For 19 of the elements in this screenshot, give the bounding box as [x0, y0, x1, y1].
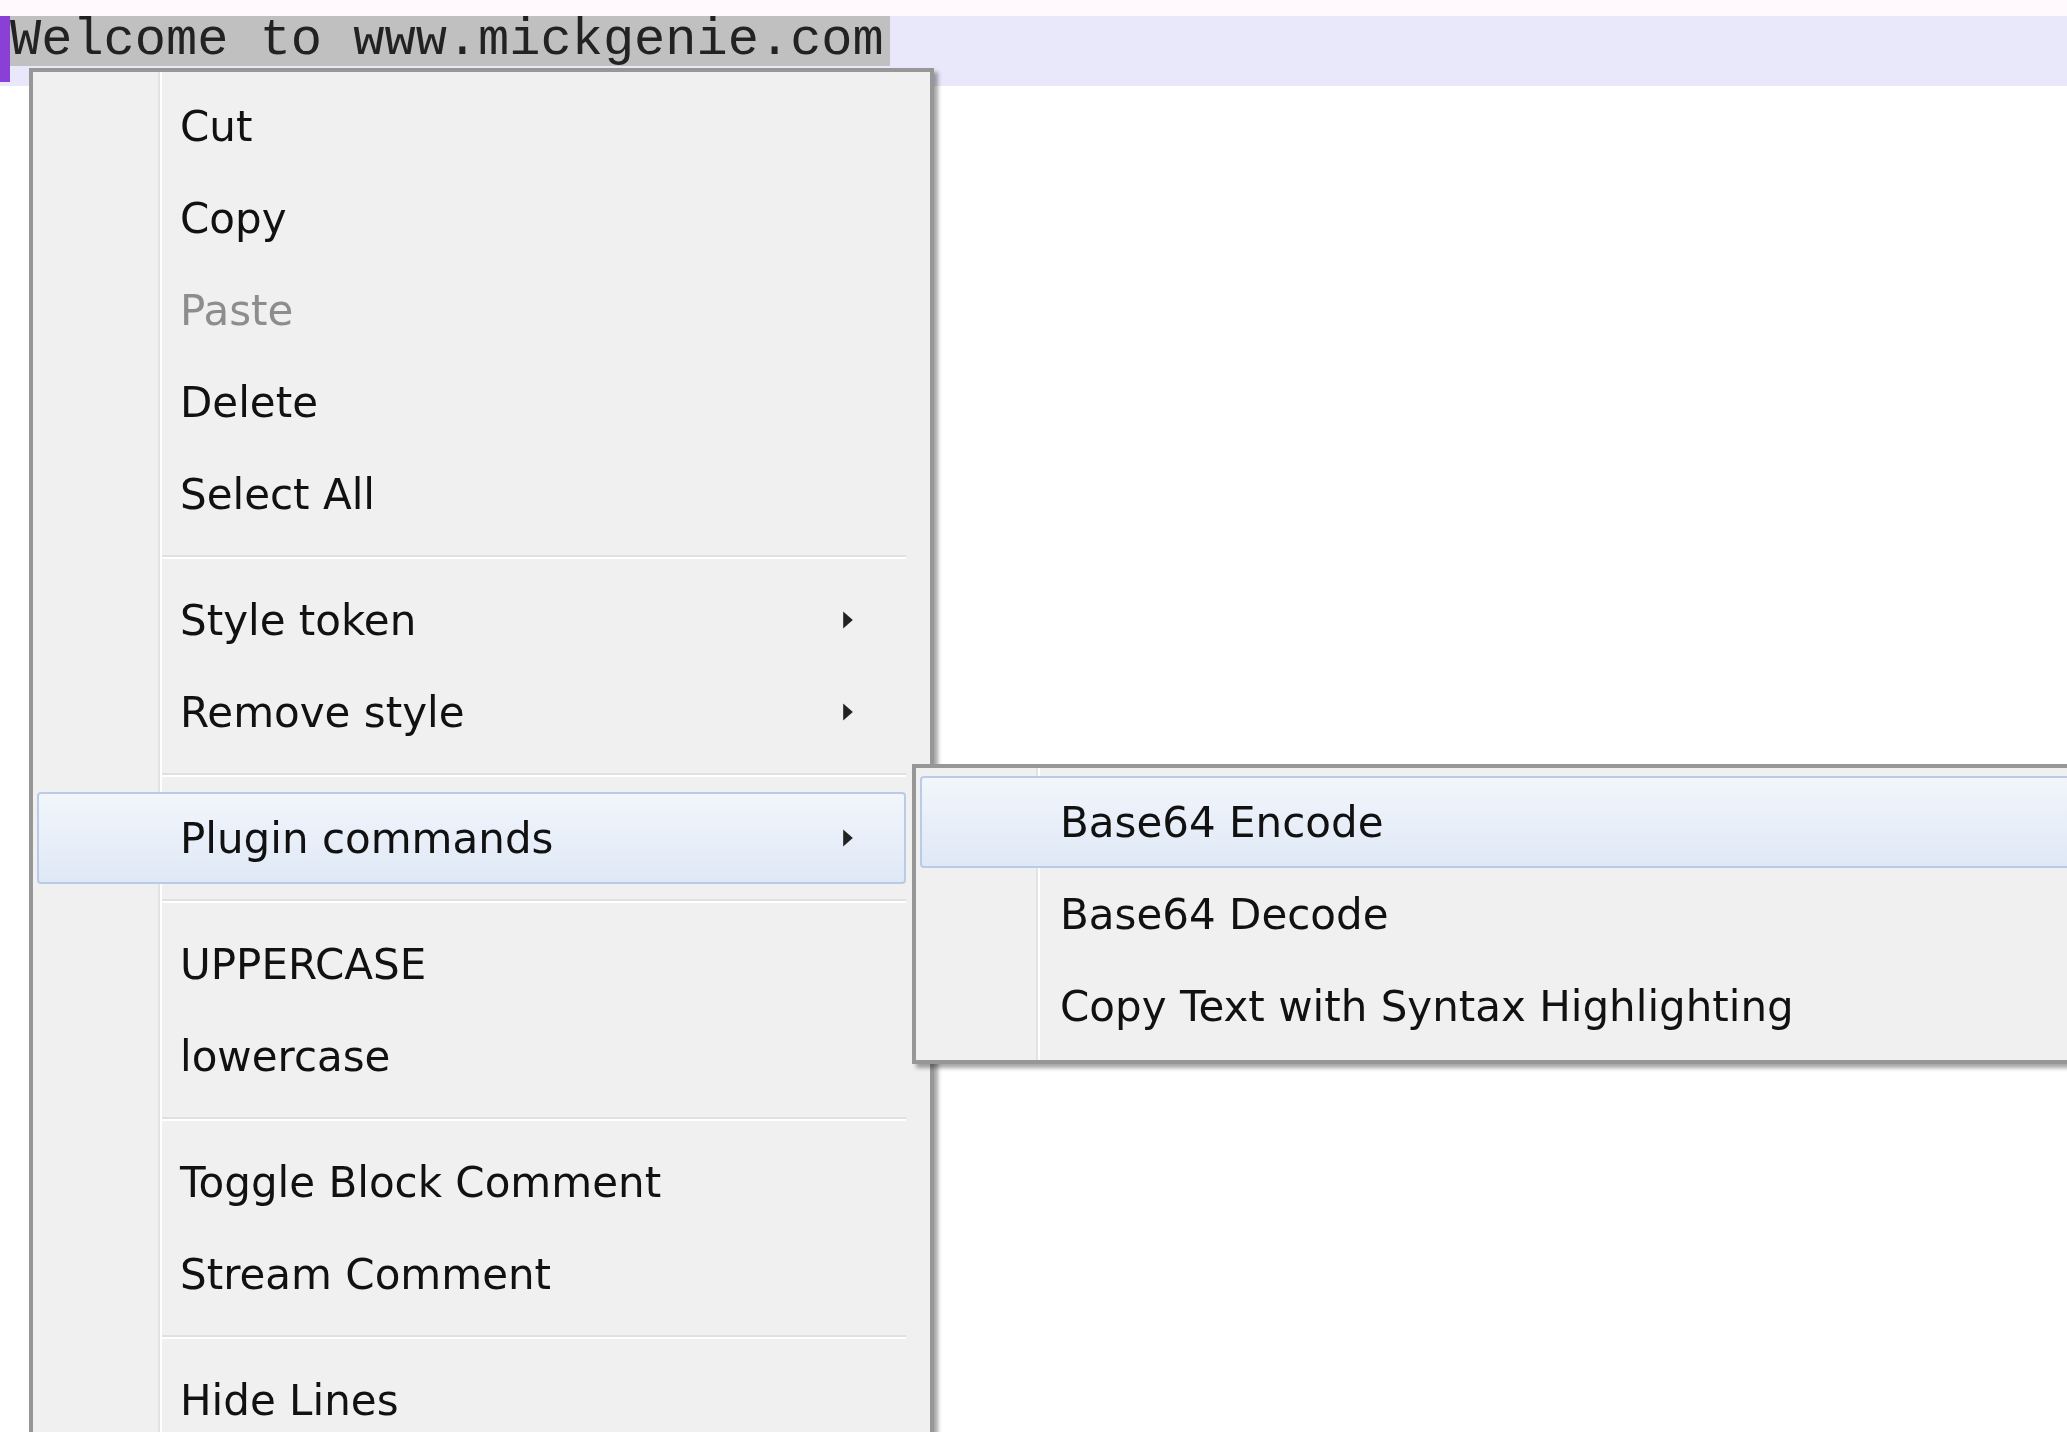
- menu-item[interactable]: Base64 Decode: [920, 868, 2067, 960]
- menu-item[interactable]: Hide Lines: [37, 1354, 906, 1432]
- submenu-arrow-icon: [842, 702, 854, 722]
- menu-item[interactable]: Base64 Encode: [920, 776, 2067, 868]
- menu-item[interactable]: Copy: [37, 172, 906, 264]
- editor-text[interactable]: Welcome to www.mickgenie.com: [10, 16, 890, 66]
- menu-item[interactable]: Cut: [37, 80, 906, 172]
- submenu-arrow-icon: [842, 828, 854, 848]
- menu-item[interactable]: lowercase: [37, 1010, 906, 1102]
- menu-item[interactable]: Select All: [37, 448, 906, 540]
- menu-item[interactable]: UPPERCASE: [37, 918, 906, 1010]
- menu-item[interactable]: Plugin commands: [37, 792, 906, 884]
- menu-item[interactable]: Delete: [37, 356, 906, 448]
- menu-item[interactable]: Toggle Block Comment: [37, 1136, 906, 1228]
- menu-item[interactable]: Style token: [37, 574, 906, 666]
- menu-item[interactable]: Remove style: [37, 666, 906, 758]
- submenu-arrow-icon: [842, 610, 854, 630]
- menu-item[interactable]: Copy Text with Syntax Highlighting: [920, 960, 2067, 1052]
- menu-item[interactable]: Stream Comment: [37, 1228, 906, 1320]
